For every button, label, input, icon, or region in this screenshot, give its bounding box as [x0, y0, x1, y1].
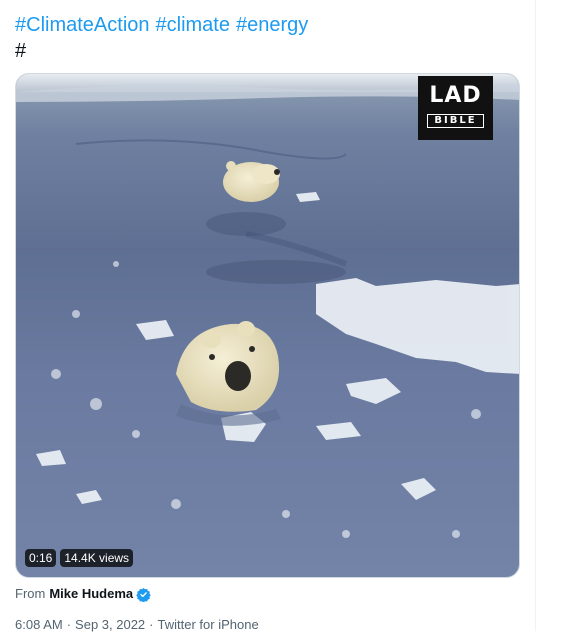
video-frame: [16, 74, 519, 538]
separator-dot: ·: [149, 617, 154, 632]
separator-dot: ·: [66, 617, 72, 632]
tweet-date[interactable]: Sep 3, 2022: [75, 617, 145, 632]
video-view-count: 14.4K views: [60, 549, 134, 567]
from-label: From: [15, 586, 46, 601]
ladbible-logo: LAD BIBLE: [418, 76, 493, 140]
hashtag-link[interactable]: #energy: [236, 14, 308, 36]
hashtag-link[interactable]: #climate: [156, 14, 230, 36]
video-player[interactable]: LAD BIBLE 0:16 14.4K views: [15, 73, 520, 578]
tweet-hashtags: #ClimateAction #climate #energy: [15, 13, 308, 37]
source-account-link[interactable]: Mike Hudema: [49, 586, 133, 602]
hashtag-link[interactable]: #ClimateAction: [15, 14, 150, 36]
source-attribution: From Mike Hudema: [15, 586, 151, 602]
tweet-text-line: #: [15, 40, 27, 62]
timeline-divider: [535, 0, 536, 631]
video-overlay: 0:16 14.4K views: [25, 549, 134, 567]
tweet-client[interactable]: Twitter for iPhone: [158, 617, 259, 632]
verified-badge-icon: [136, 587, 151, 602]
tweet-time[interactable]: 6:08 AM: [15, 617, 63, 632]
video-duration: 0:16: [25, 549, 57, 567]
